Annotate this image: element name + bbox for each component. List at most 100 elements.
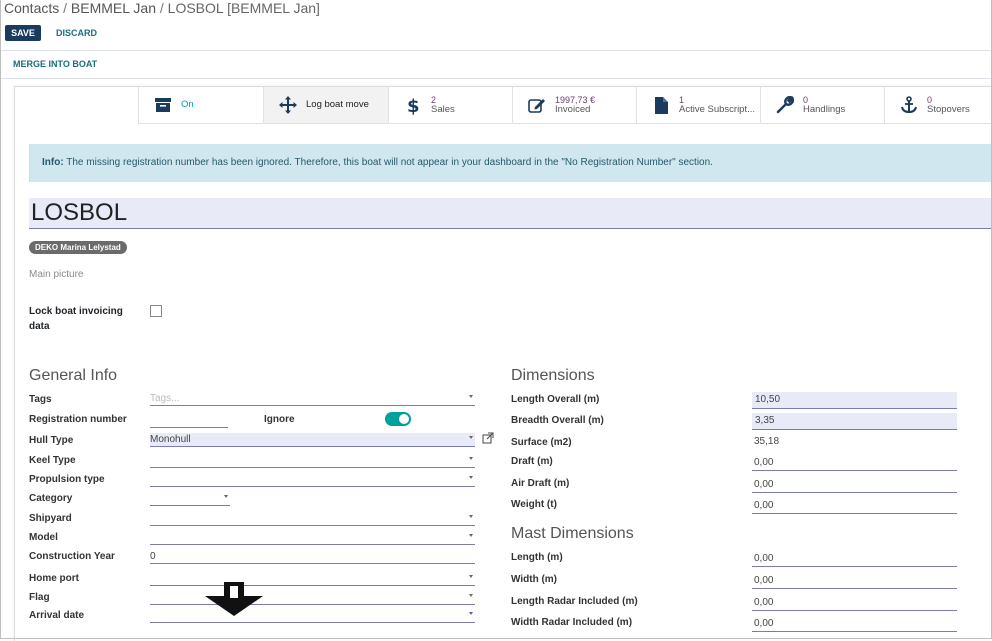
mast-dimensions-title: Mast Dimensions: [511, 525, 634, 542]
propulsion-type-label: Propulsion type: [29, 474, 105, 485]
weight-value: 0,00: [754, 500, 774, 511]
width-radar-input[interactable]: 0,00: [752, 616, 957, 632]
svg-text:$: $: [407, 96, 420, 115]
file-icon: [651, 95, 671, 115]
hull-type-label: Hull Type: [29, 435, 74, 446]
breadcrumb-separator: /: [59, 0, 71, 16]
length-overall-value: 10,50: [755, 394, 781, 405]
active-subscriptions-button[interactable]: 1 Active Subscript...: [636, 87, 760, 124]
merge-into-boat-button[interactable]: MERGE INTO BOAT: [13, 59, 97, 69]
boat-name-field[interactable]: [29, 198, 992, 229]
mast-width-input[interactable]: 0,00: [752, 573, 957, 589]
draft-label: Draft (m): [511, 456, 553, 467]
general-info-title: General Info: [29, 367, 118, 384]
draft-value: 0,00: [754, 457, 774, 468]
breadth-overall-value: 3,35: [755, 415, 775, 426]
breadcrumb-contacts[interactable]: Contacts: [4, 0, 59, 16]
keel-type-label: Keel Type: [29, 455, 76, 466]
category-label: Category: [29, 493, 73, 504]
width-radar-label: Width Radar Included (m): [511, 617, 633, 628]
breadth-overall-label: Breadth Overall (m): [511, 415, 604, 426]
weight-label: Weight (t): [511, 499, 557, 510]
chevron-down-icon: [224, 495, 228, 498]
construction-year-value: 0: [150, 551, 156, 562]
mast-width-label: Width (m): [511, 574, 558, 585]
handlings-button[interactable]: 0 Handlings: [760, 87, 884, 124]
anchor-icon: [899, 95, 919, 115]
dimensions-title: Dimensions: [511, 367, 595, 384]
ignore-label: Ignore: [264, 414, 295, 425]
stat-label: Sales: [431, 104, 455, 115]
discard-button[interactable]: DISCARD: [56, 25, 97, 41]
stat-label: On: [181, 99, 194, 110]
move-arrows-icon: [278, 95, 298, 115]
mast-length-label: Length (m): [511, 552, 563, 563]
tags-placeholder: Tags...: [150, 393, 180, 404]
stopovers-button[interactable]: 0 Stopovers: [884, 87, 992, 124]
arrow-down-icon: [202, 580, 266, 621]
wrench-icon: [775, 95, 795, 115]
breadth-overall-input[interactable]: 3,35: [752, 413, 957, 430]
mast-length-input[interactable]: 0,00: [752, 551, 957, 567]
width-radar-value: 0,00: [754, 618, 774, 629]
chevron-down-icon: [469, 436, 473, 439]
breadcrumb-contact[interactable]: BEMMEL Jan: [71, 0, 156, 16]
chevron-down-icon: [469, 395, 473, 398]
home-port-label: Home port: [29, 573, 79, 584]
info-prefix: Info:: [42, 157, 64, 168]
registration-input[interactable]: [150, 414, 228, 428]
stat-label: Handlings: [803, 104, 846, 115]
length-radar-value: 0,00: [754, 597, 774, 608]
flag-label: Flag: [29, 592, 50, 603]
boat-name[interactable]: LOSBOL: [31, 199, 127, 227]
log-boat-move-button[interactable]: Log boat move: [263, 87, 388, 124]
air-draft-input[interactable]: 0,00: [752, 477, 957, 493]
lock-invoicing-label: Lock boat invoicing data: [29, 306, 123, 332]
chevron-down-icon: [469, 612, 473, 615]
breadcrumb-current: LOSBOL [BEMMEL Jan]: [167, 0, 320, 16]
draft-input[interactable]: 0,00: [752, 455, 957, 471]
chevron-down-icon: [469, 476, 473, 479]
flag-select[interactable]: [150, 591, 475, 605]
ignore-toggle[interactable]: [385, 412, 411, 426]
propulsion-type-select[interactable]: [150, 473, 475, 487]
model-label: Model: [29, 532, 58, 543]
home-port-select[interactable]: [150, 572, 475, 586]
hull-type-select[interactable]: Monohull: [150, 433, 475, 447]
info-text: The missing registration number has been…: [63, 157, 713, 168]
external-link-icon[interactable]: [482, 432, 494, 447]
shipyard-label: Shipyard: [29, 513, 72, 524]
breadcrumb: Contacts / BEMMEL Jan / LOSBOL [BEMMEL J…: [4, 0, 320, 16]
surface-label: Surface (m2): [511, 437, 572, 448]
invoiced-button[interactable]: 1997,73 € Invoiced: [512, 87, 636, 124]
air-draft-label: Air Draft (m): [511, 478, 570, 489]
length-radar-input[interactable]: 0,00: [752, 595, 957, 611]
length-overall-label: Length Overall (m): [511, 394, 600, 405]
breadcrumb-separator: /: [156, 0, 168, 16]
length-overall-input[interactable]: 10,50: [752, 392, 957, 409]
model-select[interactable]: [150, 531, 475, 545]
active-toggle-button[interactable]: On: [138, 87, 263, 124]
chevron-down-icon: [469, 594, 473, 597]
tags-input[interactable]: Tags...: [150, 392, 475, 406]
shipyard-select[interactable]: [150, 512, 475, 526]
save-button[interactable]: SAVE: [5, 25, 41, 41]
toggle-knob: [399, 414, 409, 424]
hull-type-value: Monohull: [150, 434, 191, 445]
dollar-icon: $: [403, 95, 423, 115]
main-picture-label: Main picture: [29, 269, 84, 280]
chevron-down-icon: [469, 534, 473, 537]
registration-label: Registration number: [29, 414, 127, 425]
stat-label: Log boat move: [306, 99, 369, 110]
mast-length-value: 0,00: [754, 553, 774, 564]
weight-input[interactable]: 0,00: [752, 498, 957, 514]
sales-button[interactable]: $ 2 Sales: [388, 87, 512, 124]
stat-label: Stopovers: [927, 104, 970, 115]
category-select[interactable]: [150, 492, 230, 506]
marina-badge[interactable]: DEKO Marina Lelystad: [29, 241, 127, 254]
lock-invoicing-checkbox[interactable]: [150, 305, 162, 317]
construction-year-input[interactable]: 0: [150, 550, 475, 564]
keel-type-select[interactable]: [150, 454, 475, 468]
arrival-date-select[interactable]: [150, 609, 475, 623]
chevron-down-icon: [469, 575, 473, 578]
